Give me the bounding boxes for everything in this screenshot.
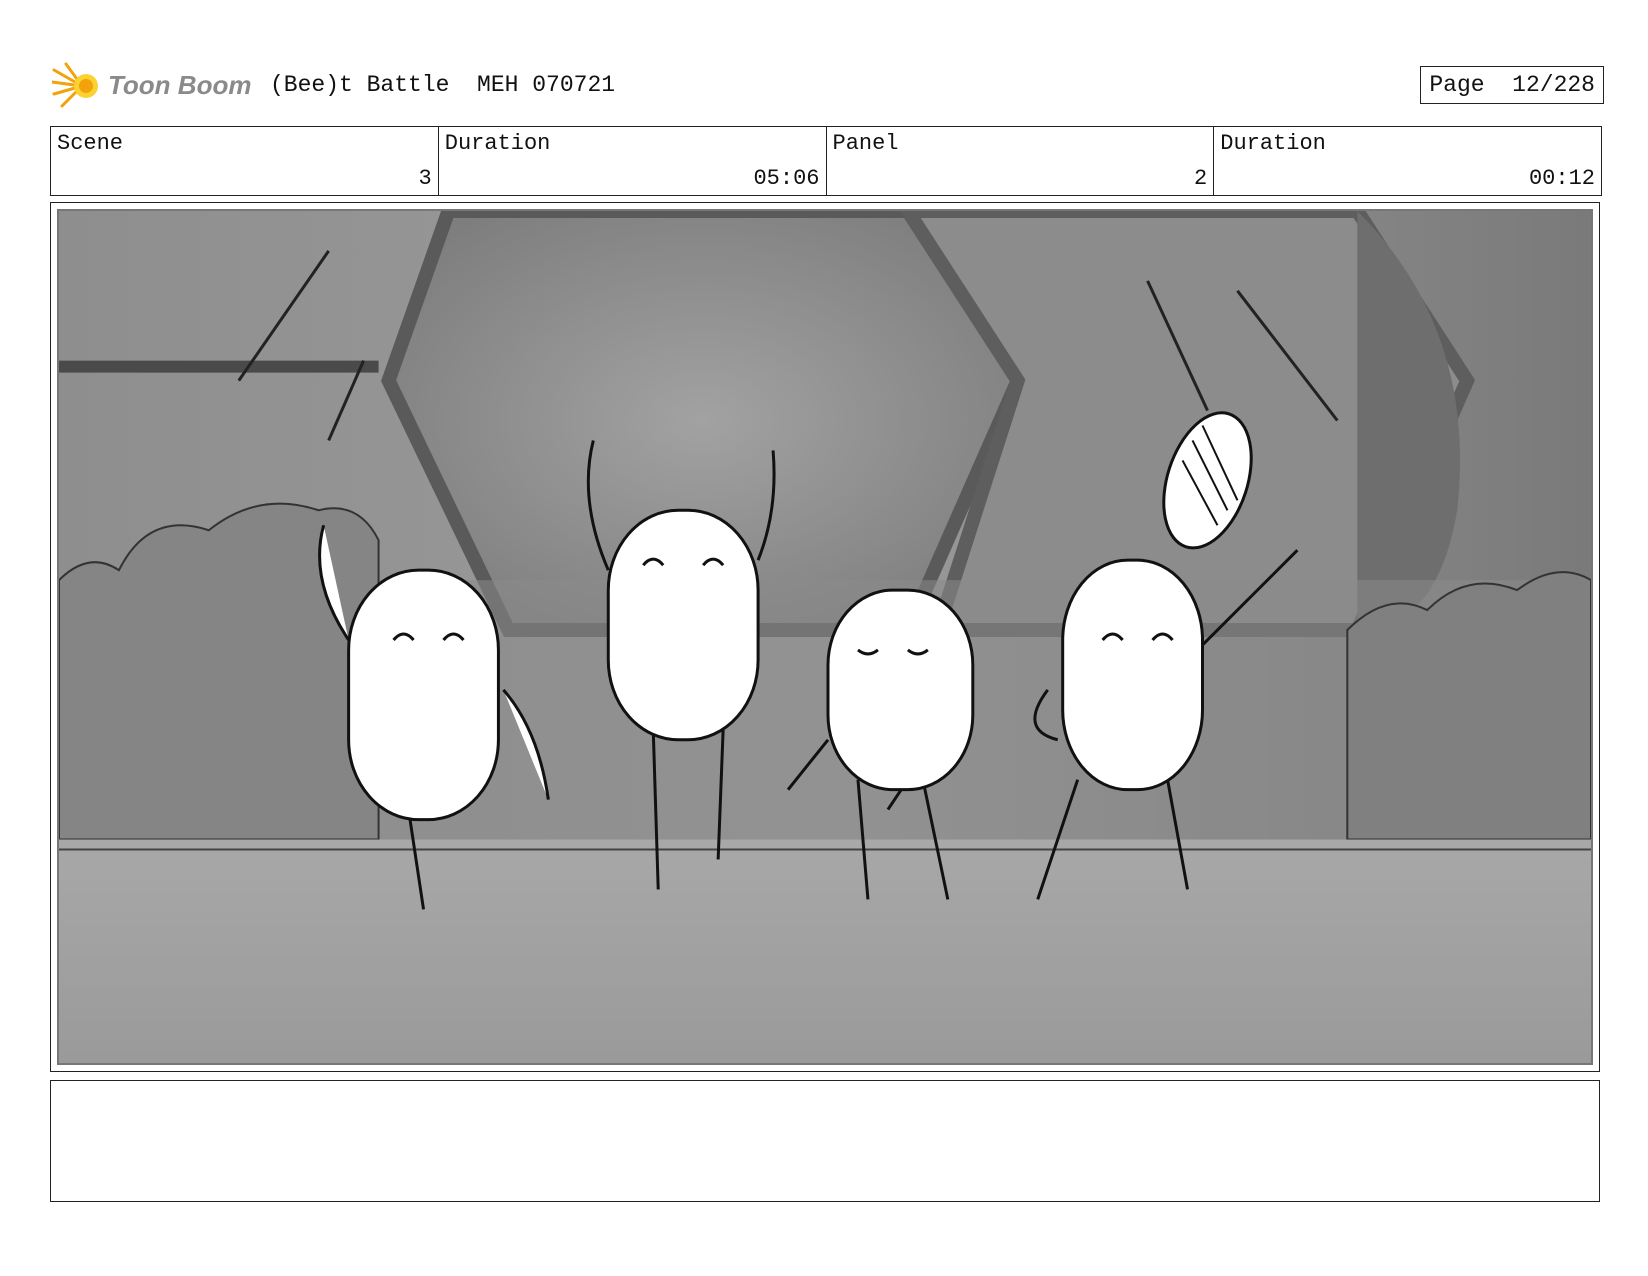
logo-text: Toon Boom	[108, 70, 252, 100]
project-title: (Bee)t Battle MEH 070721	[270, 72, 616, 98]
panel-cell: Panel 2	[827, 127, 1215, 195]
panel-info-row: Scene 3 Duration 05:06 Panel 2 Duration …	[50, 126, 1602, 196]
panel-duration-value: 00:12	[1528, 166, 1595, 191]
left-ledge	[59, 360, 379, 373]
panel-duration-cell: Duration 00:12	[1214, 127, 1601, 195]
bush-right	[1346, 571, 1591, 841]
panel-value: 2	[1194, 166, 1208, 191]
panel-notes-box	[50, 1080, 1600, 1202]
scene-label: Scene	[57, 131, 124, 156]
panel-duration-label: Duration	[1220, 131, 1326, 156]
panel-label: Panel	[832, 131, 899, 156]
page-header: Toon Boom (Bee)t Battle MEH 070721 Page …	[50, 58, 1604, 114]
page-indicator: Page 12/228	[1420, 66, 1604, 104]
panel-sketch	[59, 211, 1591, 1063]
storyboard-panel-image	[57, 209, 1593, 1065]
floor	[59, 839, 1591, 1063]
scene-duration-value: 05:06	[753, 166, 820, 191]
scene-cell: Scene 3	[51, 127, 439, 195]
page-number: 12/228	[1512, 72, 1595, 98]
toon-boom-logo: Toon Boom	[50, 60, 252, 112]
page-label: Page	[1429, 72, 1485, 98]
scene-duration-label: Duration	[444, 131, 551, 156]
scene-value: 3	[418, 166, 432, 191]
storyboard-panel-frame	[50, 202, 1600, 1072]
scene-duration-cell: Duration 05:06	[439, 127, 827, 195]
toon-boom-sun-icon	[50, 62, 98, 108]
